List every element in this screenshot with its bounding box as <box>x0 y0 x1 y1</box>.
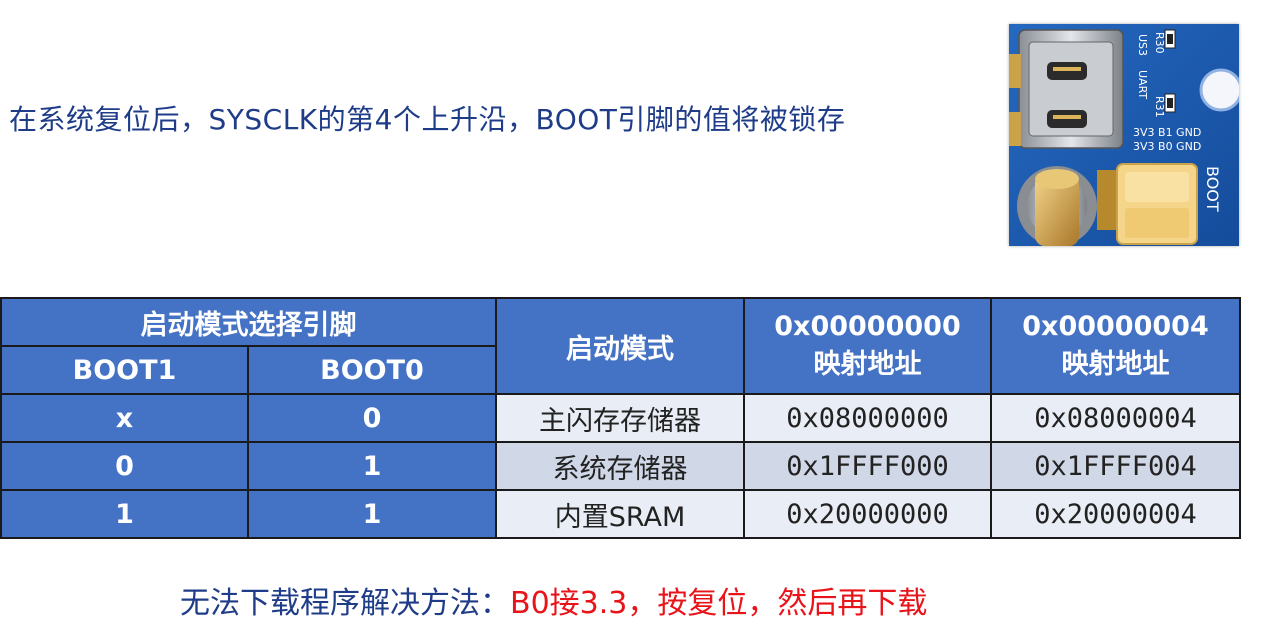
silk-uart: UART <box>1136 70 1149 99</box>
silk-us3: US3 <box>1136 34 1149 56</box>
addr0-cell: 0x08000000 <box>743 393 992 443</box>
boot1-cell: x <box>0 393 249 443</box>
intro-text: 在系统复位后，SYSCLK的第4个上升沿，BOOT引脚的值将被锁存 <box>9 103 846 136</box>
addr4-cell: 0x08000004 <box>990 393 1241 443</box>
boot1-header: BOOT1 <box>0 345 249 395</box>
boot0-cell: 0 <box>247 393 497 443</box>
footer-note: 无法下载程序解决方法：B0接3.3，按复位，然后再下载 <box>180 578 927 622</box>
boot1-cell: 0 <box>0 441 249 491</box>
table-row: 1 1 内置SRAM 0x20000000 0x20000004 <box>0 489 1241 539</box>
silk-boot: BOOT <box>1203 166 1222 212</box>
addr4-header: 0x00000004 映射地址 <box>990 297 1241 395</box>
addr0-cell: 0x1FFFF000 <box>743 441 992 491</box>
mode-cell: 内置SRAM <box>495 489 745 539</box>
pin-group-header: 启动模式选择引脚 <box>0 297 497 347</box>
mode-header: 启动模式 <box>495 297 745 395</box>
silk-row1: 3V3 B1 GND <box>1133 126 1201 139</box>
addr4-header-line2: 映射地址 <box>1061 349 1170 380</box>
standoff <box>1017 166 1097 246</box>
footer-fix: B0接3.3，按复位，然后再下载 <box>510 586 928 621</box>
board-photo: R30 US3 UART R31 3V3 B1 GND 3V3 B0 GND B… <box>1009 24 1239 246</box>
table-row: 0 1 系统存储器 0x1FFFF000 0x1FFFF004 <box>0 441 1241 491</box>
table-row: x 0 主闪存存储器 0x08000000 0x08000004 <box>0 393 1241 443</box>
usb-connector <box>1018 29 1124 149</box>
boot1-cell: 1 <box>0 489 249 539</box>
mode-cell: 主闪存存储器 <box>495 393 745 443</box>
silk-row2: 3V3 B0 GND <box>1133 140 1201 153</box>
mode-cell: 系统存储器 <box>495 441 745 491</box>
addr0-header: 0x00000000 映射地址 <box>743 297 992 395</box>
boot-mode-table: 启动模式选择引脚 启动模式 0x00000000 映射地址 0x00000004… <box>0 297 1241 539</box>
addr0-header-line2: 映射地址 <box>813 349 922 380</box>
addr0-header-line1: 0x00000000 <box>774 311 961 342</box>
silk-r30: R30 <box>1153 32 1166 54</box>
boot0-cell: 1 <box>247 441 497 491</box>
boot0-cell: 1 <box>247 489 497 539</box>
footer-lead: 无法下载程序解决方法： <box>180 586 510 621</box>
addr0-cell: 0x20000000 <box>743 489 992 539</box>
addr4-header-line1: 0x00000004 <box>1022 311 1209 342</box>
addr4-cell: 0x20000004 <box>990 489 1241 539</box>
addr4-cell: 0x1FFFF004 <box>990 441 1241 491</box>
silk-r31: R31 <box>1153 96 1166 118</box>
boot0-header: BOOT0 <box>247 345 497 395</box>
